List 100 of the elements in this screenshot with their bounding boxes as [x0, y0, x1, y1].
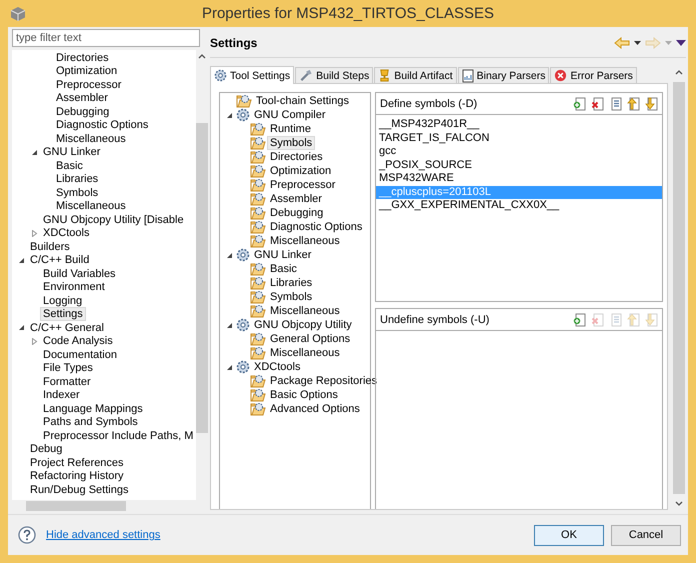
tree-item[interactable]: Formatter [40, 374, 94, 389]
tree-item[interactable]: Builders [27, 240, 73, 254]
list-item[interactable]: __MSP432P401R__ [376, 118, 662, 132]
tree-item[interactable]: Assembler [53, 91, 111, 106]
delete-icon[interactable] [591, 96, 604, 110]
folder-gear-icon [250, 122, 266, 136]
folder-gear-icon [250, 178, 266, 192]
tree-item[interactable]: Preprocessor [53, 78, 124, 92]
list-item[interactable]: TARGET_IS_FALCON [376, 132, 662, 145]
help-icon[interactable] [18, 526, 36, 544]
tree-item[interactable]: XDCtools [40, 226, 92, 240]
tree-item[interactable]: Logging [40, 294, 86, 308]
tree-item[interactable]: GNU Objcopy Utility [Disable [40, 212, 187, 227]
folder-gear-icon [250, 332, 266, 346]
tree-item[interactable]: Diagnostic Options [53, 118, 152, 132]
tree-item[interactable]: Symbols [267, 136, 316, 150]
tree-item[interactable]: Advanced Options [267, 402, 363, 416]
tree-item[interactable]: Paths and Symbols [40, 415, 141, 430]
move-up-icon[interactable] [627, 96, 640, 110]
tree-item[interactable]: General Options [267, 332, 354, 346]
tree-item[interactable]: C/C++ General [27, 320, 107, 335]
tree-item[interactable]: Refactoring History [27, 469, 127, 484]
list-item[interactable]: _POSIX_SOURCE [376, 158, 662, 172]
expand-arrow-icon[interactable] [31, 230, 38, 237]
tree-item[interactable]: File Types [40, 361, 96, 376]
edit-icon[interactable] [609, 96, 622, 110]
tab[interactable]: Build Steps [295, 67, 374, 83]
tab[interactable]: Build Artifact [374, 67, 457, 83]
scroll-up-icon[interactable] [675, 70, 683, 75]
folder-gear-icon [250, 262, 266, 276]
collapse-arrow-icon[interactable] [226, 364, 233, 370]
dropdown-icon[interactable] [634, 41, 641, 45]
list-item[interactable]: __GXX_EXPERIMENTAL_CXX0X__ [376, 199, 662, 212]
gear-icon [236, 248, 250, 262]
tree-item[interactable]: Basic [267, 262, 300, 276]
tree-item[interactable]: Miscellaneous [267, 346, 343, 360]
list-item[interactable]: gcc [376, 145, 662, 158]
folder-gear-icon [250, 136, 266, 150]
tree-item[interactable]: GNU Compiler [251, 108, 329, 122]
tree-item[interactable]: Miscellaneous [267, 304, 343, 318]
collapse-arrow-icon[interactable] [226, 252, 233, 258]
collapse-arrow-icon[interactable] [226, 322, 233, 328]
cancel-button[interactable]: Cancel [611, 524, 681, 546]
tree-item[interactable]: Miscellaneous [53, 132, 129, 146]
tree-item[interactable]: Debugging [267, 206, 326, 220]
tree-item[interactable]: Diagnostic Options [267, 220, 366, 234]
tree-item[interactable]: Basic Options [267, 388, 341, 402]
tree-item[interactable]: Indexer [40, 388, 83, 402]
tree-item[interactable]: Preprocessor Include Paths, M [40, 428, 196, 443]
tree-item[interactable]: Directories [53, 50, 112, 65]
tree-item[interactable]: GNU Linker [40, 145, 104, 160]
tree-item[interactable]: Symbols [53, 186, 102, 200]
collapse-arrow-icon[interactable] [226, 112, 233, 118]
tree-item[interactable]: Assembler [267, 192, 325, 206]
hide-advanced-settings-link[interactable]: Hide advanced settings [46, 529, 160, 541]
tab[interactable]: Tool Settings [210, 66, 294, 84]
list-item[interactable]: MSP432WARE [376, 172, 662, 186]
tree-item[interactable]: Code Analysis [40, 334, 116, 348]
tree-item[interactable]: Miscellaneous [53, 199, 129, 214]
tree-item[interactable]: Tool-chain Settings [253, 94, 352, 108]
menu-icon[interactable] [676, 40, 686, 46]
tree-item[interactable]: Build Variables [40, 266, 119, 281]
tree-item[interactable]: Preprocessor [267, 178, 338, 192]
tree-item[interactable]: Libraries [53, 172, 102, 186]
tree-item[interactable]: Libraries [267, 276, 316, 290]
tree-item[interactable]: Debug [27, 442, 66, 456]
tree-item[interactable]: GNU Objcopy Utility [251, 318, 355, 332]
tree-item[interactable]: C/C++ Build [27, 253, 92, 268]
tree-item[interactable]: Run/Debug Settings [27, 482, 132, 497]
scroll-up-icon[interactable] [198, 54, 206, 59]
tree-item[interactable]: Project References [27, 456, 127, 470]
scroll-down-icon[interactable] [675, 501, 683, 506]
tree-item[interactable]: Runtime [267, 122, 314, 136]
tree-item[interactable]: Package Repositories [267, 374, 380, 388]
tree-item[interactable]: Directories [267, 150, 326, 164]
tree-item[interactable]: Optimization [53, 64, 120, 78]
collapse-arrow-icon[interactable] [18, 324, 25, 332]
collapse-arrow-icon[interactable] [18, 256, 25, 264]
tree-item[interactable]: Symbols [267, 290, 316, 304]
tree-item[interactable]: Optimization [267, 164, 334, 178]
tree-item[interactable]: GNU Linker [251, 248, 314, 262]
filter-field[interactable]: type filter text [12, 29, 200, 47]
tab[interactable]: Binary Parsers [458, 67, 550, 83]
tree-item[interactable]: Miscellaneous [267, 234, 343, 248]
tree-item[interactable]: Environment [40, 280, 108, 294]
tab[interactable]: Error Parsers [550, 67, 637, 83]
move-down-icon[interactable] [645, 96, 658, 110]
collapse-arrow-icon[interactable] [31, 148, 38, 156]
add-icon[interactable] [573, 312, 586, 326]
tree-item[interactable]: XDCtools [251, 360, 304, 374]
ok-button[interactable]: OK [534, 524, 604, 546]
tree-item[interactable]: Language Mappings [40, 402, 146, 416]
tree-item[interactable]: Basic [53, 158, 86, 173]
add-icon[interactable] [573, 96, 586, 110]
gear-icon [236, 108, 250, 122]
tree-item[interactable]: Debugging [53, 104, 112, 119]
folder-gear-icon [250, 290, 266, 304]
expand-arrow-icon[interactable] [31, 338, 38, 345]
tree-item[interactable]: Settings [40, 307, 86, 322]
tree-item[interactable]: Documentation [40, 348, 120, 362]
